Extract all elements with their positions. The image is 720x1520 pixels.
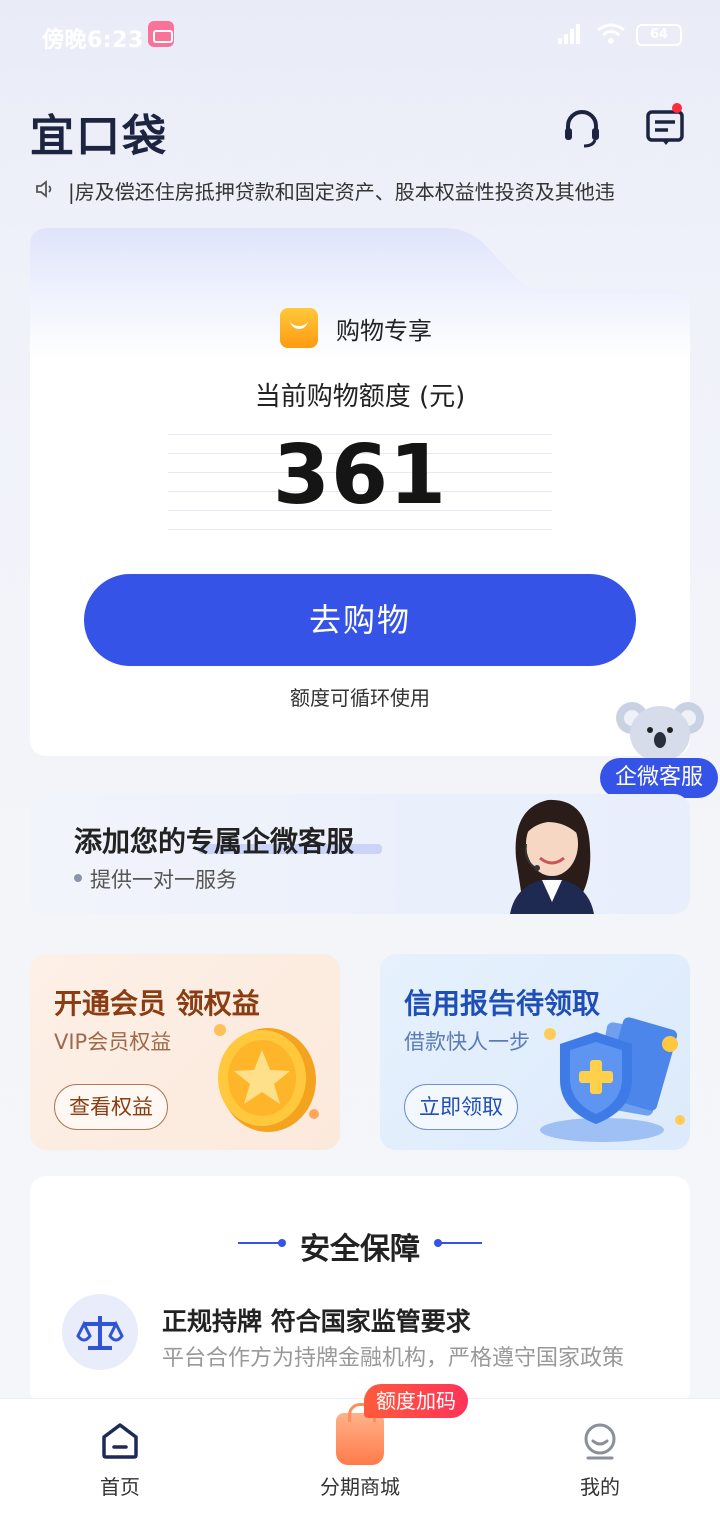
nav-label-home: 首页 (100, 1475, 140, 1499)
wecom-service-button[interactable]: 企微客服 (600, 758, 718, 798)
profile-icon (584, 1423, 616, 1460)
quota-cycle-note: 额度可循环使用 (290, 686, 430, 710)
credit-promo-subtitle: 借款快人一步 (404, 1030, 530, 1054)
balance-scale-icon (76, 1316, 124, 1350)
app-notification-icon (148, 21, 174, 47)
koala-mascot-icon[interactable] (614, 696, 706, 766)
credit-report-promo-card[interactable]: 信用报告待领取 借款快人一步 立即领取 (380, 954, 690, 1150)
customer-service-agent-image (510, 799, 594, 914)
shopping-exclusive-label: 购物专享 (336, 316, 432, 345)
banner-title: 添加您的专属企微客服 (74, 825, 355, 858)
vip-promo-card[interactable]: 开通会员 领权益 VIP会员权益 查看权益 (30, 954, 340, 1150)
view-benefits-button[interactable]: 查看权益 (54, 1084, 168, 1130)
bullet-dot (74, 874, 82, 882)
shield-document-icon (540, 1017, 685, 1142)
bottom-navigation: 首页 分期商城 我的 (0, 1398, 720, 1520)
quota-amount: 361 (272, 428, 448, 523)
headset-icon[interactable] (560, 106, 604, 150)
battery-indicator: 64 (636, 24, 682, 46)
safety-item-heading: 正规持牌 符合国家监管要求 (162, 1307, 471, 1336)
wifi-icon (597, 23, 625, 44)
claim-now-button[interactable]: 立即领取 (404, 1084, 518, 1130)
shopping-bag-nav-icon (336, 1403, 384, 1465)
banner-subtitle: 提供一对一服务 (90, 868, 237, 892)
speaker-icon (36, 180, 52, 198)
status-time: 傍晚6:23 (42, 28, 144, 53)
title-divider-right (434, 1239, 482, 1247)
message-icon[interactable] (644, 102, 688, 146)
safety-item-description: 平台合作方为持牌金融机构，严格遵守国家政策 (162, 1346, 625, 1371)
home-icon (102, 1423, 138, 1459)
nav-item-home[interactable]: 首页 (0, 1399, 240, 1520)
safety-card: 安全保障 正规持牌 符合国家监管要求 平台合作方为持牌金融机构，严格遵守国家政策 (30, 1176, 690, 1406)
shopping-exclusive-tag: 购物专享 (280, 308, 432, 348)
shopping-bag-icon (280, 308, 318, 348)
notice-text: |房及偿还住房抵押贷款和固定资产、股本权益性投资及其他违 (68, 180, 615, 204)
nav-item-profile[interactable]: 我的 (480, 1399, 720, 1520)
vip-promo-subtitle: VIP会员权益 (54, 1030, 172, 1054)
notice-bar[interactable]: |房及偿还住房抵押贷款和固定资产、股本权益性投资及其他违 (34, 172, 694, 208)
go-shopping-button[interactable]: 去购物 (84, 574, 636, 666)
app-logo: 宜口袋 (30, 111, 168, 162)
vip-promo-title: 开通会员 领权益 (54, 987, 260, 1020)
nav-label-profile: 我的 (580, 1475, 620, 1499)
balance-scale-icon-wrapper (62, 1294, 138, 1370)
safety-title: 安全保障 (300, 1232, 420, 1267)
status-bar: 傍晚6:23 64 (0, 0, 720, 70)
nav-label-mall: 分期商城 (320, 1475, 400, 1499)
signal-icon (558, 24, 580, 44)
quota-boost-badge: 额度加码 (364, 1384, 468, 1418)
gold-coin-star-icon (214, 1024, 319, 1132)
quota-title: 当前购物额度 (元) (254, 382, 466, 412)
